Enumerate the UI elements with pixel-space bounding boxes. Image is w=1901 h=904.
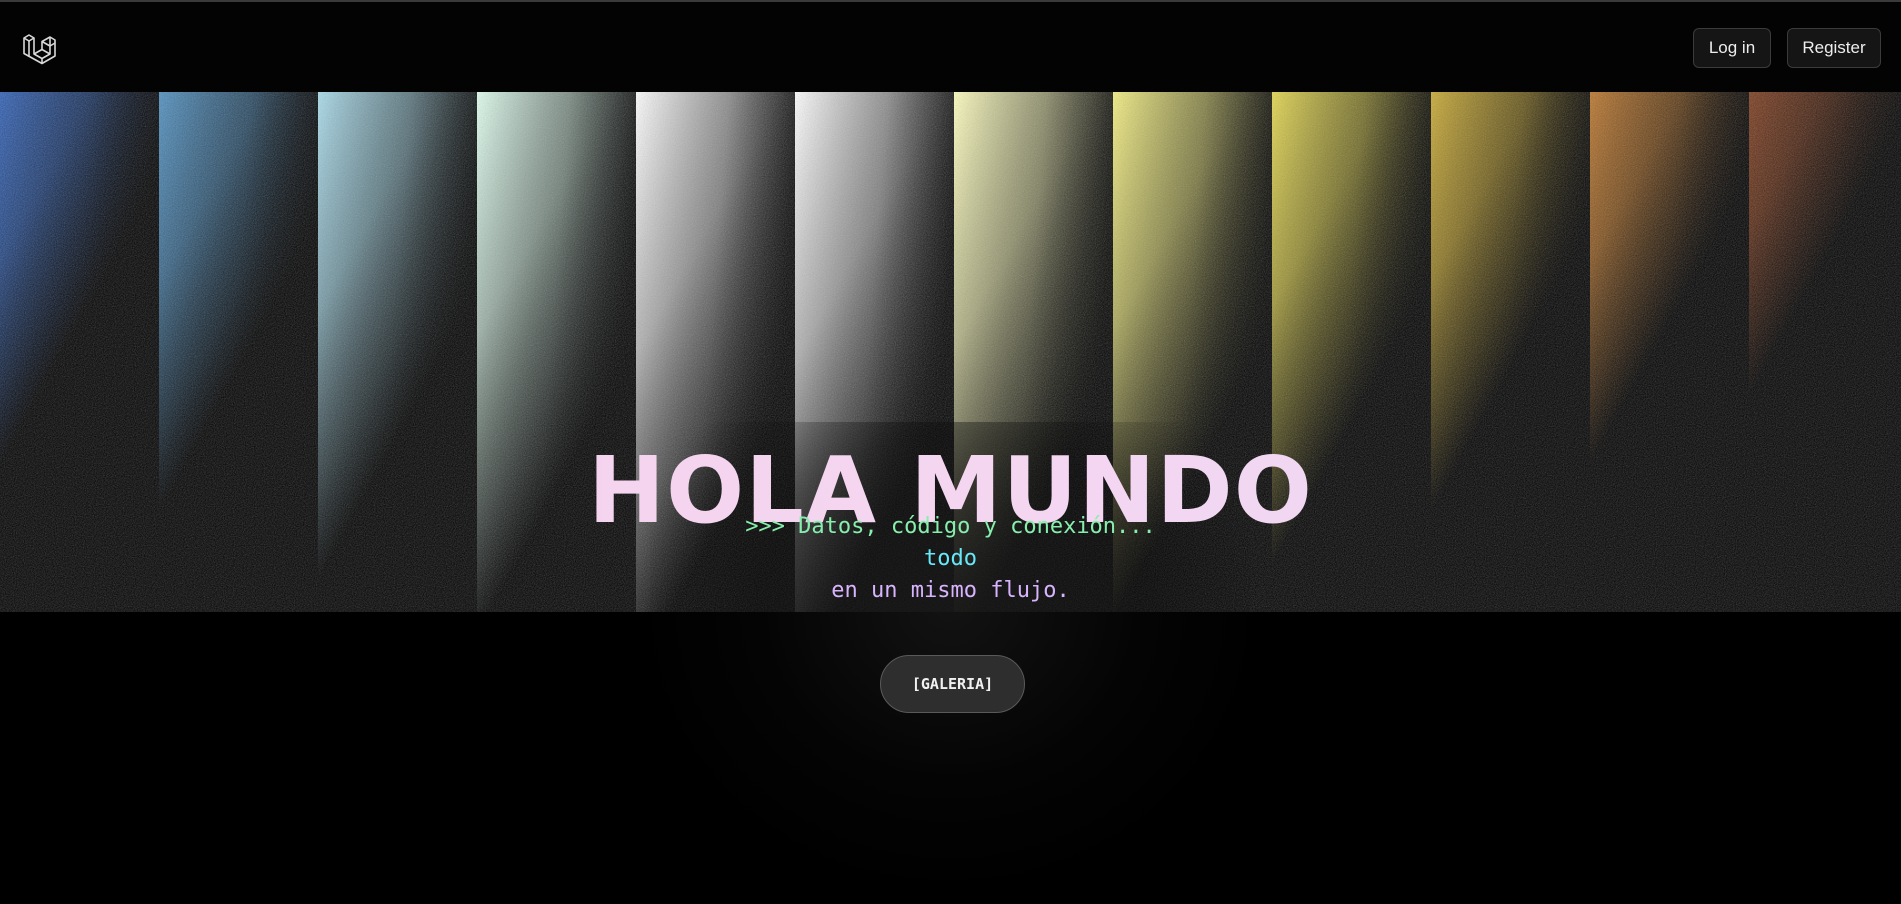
gallery-button[interactable]: [GALERIA] — [880, 655, 1025, 713]
tagline-line-2: todo — [924, 546, 977, 571]
tagline-line-3: en un mismo flujo. — [831, 578, 1070, 603]
hero-section: HOLA MUNDO >>> Datos, código y conexión.… — [0, 92, 1901, 904]
tagline-line-1: >>> Datos, código y conexión... — [745, 514, 1156, 539]
login-button[interactable]: Log in — [1693, 28, 1771, 68]
laravel-logo-icon[interactable] — [22, 32, 56, 66]
top-navbar: Log in Register — [0, 2, 1901, 92]
register-button[interactable]: Register — [1787, 28, 1881, 68]
